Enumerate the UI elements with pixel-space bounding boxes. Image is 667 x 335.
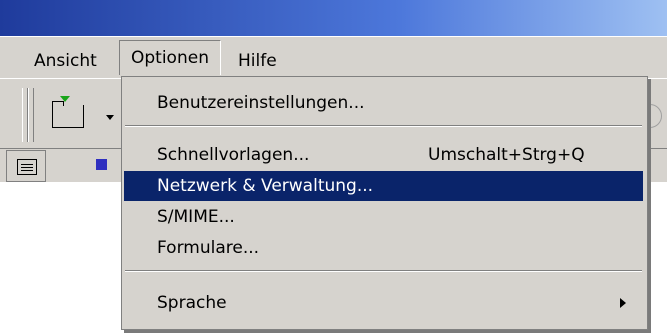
- menu-ansicht[interactable]: Ansicht: [34, 48, 97, 74]
- menu-item-label: S/MIME...: [157, 207, 235, 227]
- submenu-arrow-icon: [620, 298, 626, 308]
- menu-separator: [125, 270, 642, 272]
- menu-hilfe[interactable]: Hilfe: [238, 48, 277, 74]
- list-view-icon: [17, 159, 37, 175]
- menu-optionen[interactable]: Optionen: [119, 40, 221, 75]
- menu-separator: [125, 125, 642, 127]
- menu-item-smime[interactable]: S/MIME...: [124, 202, 643, 232]
- menu-item-label: Sprache: [157, 293, 227, 313]
- menu-item-label: Formulare...: [157, 238, 260, 258]
- menu-item-label: Schnellvorlagen...: [157, 145, 310, 165]
- menu-item-label: Netzwerk & Verwaltung...: [157, 176, 374, 196]
- dropdown-arrow-icon[interactable]: [106, 115, 114, 120]
- menu-item-formulare[interactable]: Formulare...: [124, 233, 643, 263]
- color-button[interactable]: [50, 150, 107, 180]
- menu-item-label: Benutzereinstellungen...: [157, 93, 365, 113]
- menu-item-schnellvorlagen[interactable]: Schnellvorlagen... Umschalt+Strg+Q: [124, 140, 643, 170]
- list-view-button[interactable]: [6, 150, 46, 182]
- optionen-dropdown-menu: Benutzereinstellungen... Schnellvorlagen…: [121, 76, 648, 330]
- menu-item-sprache[interactable]: Sprache: [124, 288, 643, 318]
- menu-item-netzwerk-verwaltung[interactable]: Netzwerk & Verwaltung...: [124, 171, 643, 201]
- toolbar-grip-2[interactable]: [28, 88, 34, 142]
- menu-bar: [0, 36, 667, 77]
- menu-item-shortcut: Umschalt+Strg+Q: [428, 145, 585, 165]
- blue-square-icon: [96, 159, 107, 170]
- menu-item-benutzereinstellungen[interactable]: Benutzereinstellungen...: [124, 88, 643, 118]
- window-titlebar[interactable]: [0, 0, 667, 36]
- new-folder-icon[interactable]: [52, 101, 84, 128]
